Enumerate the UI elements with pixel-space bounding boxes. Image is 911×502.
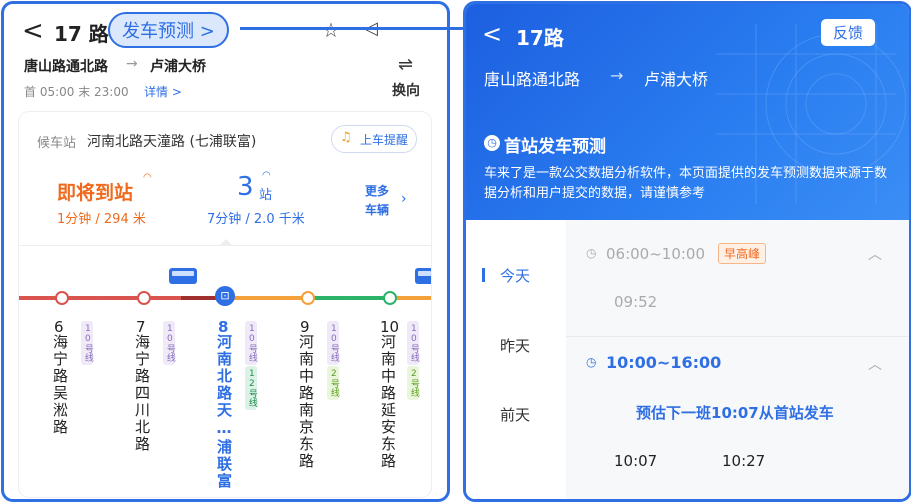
wait-station-name: 河南北路天潼路 (七浦联富)	[87, 134, 257, 150]
arrival-card: 候车站 河南北路天潼路 (七浦联富) ♫ 上车提醒 即将到站 ◠ 1分钟 / 2…	[19, 112, 431, 497]
left-panel: < 17 路 ☆ ◁ 唐山路通北路 → 卢浦大桥 首 05:00 末 23:00…	[1, 1, 450, 502]
more-chevron-icon[interactable]: ›	[401, 191, 407, 207]
bus2-stops-unit: 站	[259, 188, 273, 203]
section-title: 首站发车预测	[504, 137, 606, 157]
tab-today[interactable]: 今天	[500, 265, 530, 286]
stop-name: 海宁路四川北路	[133, 334, 151, 453]
direction-arrow: →	[126, 56, 138, 72]
direction-chevron-icon: ›	[97, 289, 101, 300]
peak-badge: 早高峰	[718, 243, 767, 264]
departure-time: 10:07	[614, 452, 658, 470]
bus1-realtime-icon: ◠	[143, 172, 152, 183]
metro-tag: 10号线	[407, 321, 419, 365]
feedback-button[interactable]: 反馈	[821, 19, 876, 46]
current-stop-marker-icon[interactable]: ⊡	[215, 286, 235, 306]
direction-arrow: →	[610, 66, 624, 85]
next-departure-prediction: 预估下一班10:07从首站发车	[636, 404, 834, 422]
direction-chevron-icon: ›	[345, 289, 349, 300]
divider	[566, 336, 909, 337]
header-banner: < 17路 反馈 唐山路通北路 → 卢浦大桥 ◷ 首站发车预测 车来了是一款公交…	[466, 4, 909, 220]
stop-node[interactable]	[55, 291, 69, 305]
from-station: 唐山路通北路	[484, 70, 581, 89]
bus2-realtime-icon: ◠	[262, 170, 271, 181]
switch-direction-label[interactable]: 换向	[392, 80, 420, 100]
metro-tag: 12号线	[245, 366, 257, 410]
pointer-notch	[219, 239, 233, 246]
bus-icon	[415, 268, 431, 284]
bell-icon: ♫	[340, 130, 352, 145]
direction-chevron-icon: ›	[263, 289, 267, 300]
bus2-stops-number: 3	[237, 172, 254, 202]
metro-tag: 10号线	[327, 321, 339, 365]
slot2-range: 10:00~16:00	[606, 353, 722, 372]
departure-time: 09:52	[614, 293, 658, 311]
clock-icon: ◷	[484, 135, 500, 151]
remind-label: 上车提醒	[360, 133, 409, 147]
remind-button[interactable]: ♫ 上车提醒	[331, 125, 417, 153]
day-sidebar: 今天 昨天 前天	[466, 220, 566, 499]
service-hours: 首 05:00 末 23:00	[24, 85, 129, 99]
connector-line	[240, 27, 486, 30]
stop-name: 河南中路延安东路	[379, 334, 397, 470]
collapse-chevron-icon[interactable]: ︿	[868, 354, 882, 374]
slot1-range: 06:00~10:00	[606, 245, 706, 263]
departure-predict-button[interactable]: 发车预测 >	[108, 12, 229, 48]
metro-tag: 10号线	[163, 321, 175, 365]
to-station: 卢浦大桥	[644, 70, 709, 89]
more-buses-line2[interactable]: 车辆	[365, 201, 389, 218]
switch-direction-icon[interactable]: ⇌	[398, 54, 413, 75]
route-title: 17路	[516, 26, 564, 50]
detail-link[interactable]: 详情 >	[144, 83, 182, 100]
active-day-indicator	[482, 268, 485, 282]
stop-node[interactable]	[137, 291, 151, 305]
from-station: 唐山路通北路	[24, 59, 108, 75]
bus1-status: 即将到站	[57, 182, 134, 204]
departure-time: 10:27	[722, 452, 766, 470]
bus1-detail: 1分钟 / 294 米	[57, 212, 146, 227]
metro-tag: 2号线	[407, 366, 419, 400]
star-icon[interactable]: ☆	[322, 18, 340, 42]
stop-node[interactable]	[301, 291, 315, 305]
right-panel: < 17路 反馈 唐山路通北路 → 卢浦大桥 ◷ 首站发车预测 车来了是一款公交…	[463, 1, 911, 502]
disclaimer-text: 车来了是一款公交数据分析软件，本页面提供的发车预测数据来源于数据分析和用户提交的…	[484, 166, 888, 201]
collapse-chevron-icon[interactable]: ︿	[868, 244, 882, 264]
wait-station-label: 候车站	[37, 136, 77, 151]
route-title: 17 路	[54, 22, 109, 46]
metro-tag: 10号线	[245, 321, 257, 365]
bus2-detail: 7分钟 / 2.0 千米	[207, 212, 305, 227]
stop-name-current: 河南北路天…浦联富	[215, 334, 233, 490]
tab-day-before[interactable]: 前天	[500, 404, 530, 425]
back-button[interactable]: <	[22, 18, 44, 44]
clock-icon: ◷	[586, 355, 597, 369]
bus-icon	[169, 268, 197, 284]
metro-tag: 10号线	[81, 321, 93, 365]
back-button[interactable]: <	[482, 20, 502, 48]
direction-chevron-icon: ›	[179, 289, 183, 300]
stop-name: 河南中路南京东路	[297, 334, 315, 470]
more-buses-line1[interactable]: 更多	[365, 182, 389, 199]
stop-node[interactable]	[383, 291, 397, 305]
metro-tag: 2号线	[327, 366, 339, 400]
stop-name: 海宁路吴淞路	[51, 334, 69, 436]
schedule-content: ◷ 06:00~10:00 早高峰 ︿ 09:52 ◷ 10:00~16:00 …	[566, 220, 909, 499]
to-station: 卢浦大桥	[150, 59, 206, 75]
tab-yesterday[interactable]: 昨天	[500, 335, 530, 356]
clock-icon: ◷	[586, 246, 597, 260]
